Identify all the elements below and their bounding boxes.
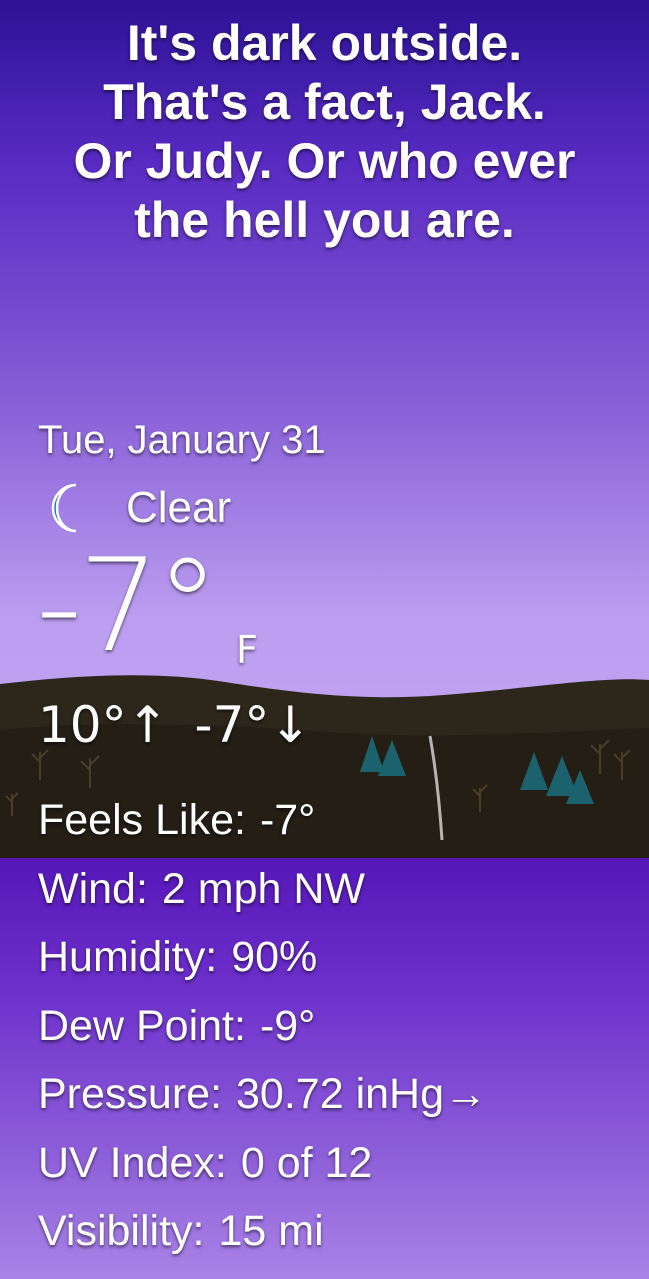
weather-screen: It's dark outside. That's a fact, Jack. … (0, 0, 649, 1279)
condition-label: Clear (126, 483, 232, 532)
arrow-up-icon: ↑ (126, 696, 169, 754)
dew-point-row: Dew Point: -9° (38, 992, 487, 1061)
weather-details-list: Feels Like: -7° Wind: 2 mph NW Humidity: 90… (38, 786, 487, 1266)
pressure-label: Pressure: (38, 1070, 223, 1118)
headline-line: Or Judy. Or who ever (73, 133, 576, 189)
headline-line: the hell you are. (134, 192, 515, 248)
low-temperature: -7° (194, 696, 270, 754)
crescent-moon-icon (51, 483, 77, 533)
headline-message: It's dark outside. That's a fact, Jack. … (0, 14, 649, 250)
humidity-row: Humidity: 90% (38, 923, 487, 992)
visibility-value: 15 mi (218, 1207, 324, 1255)
humidity-label: Humidity: (38, 933, 218, 981)
feels-like-row: Feels Like: -7° (38, 786, 487, 855)
uv-index-value: 0 of 12 (240, 1138, 373, 1187)
current-condition: Clear (46, 478, 231, 538)
uv-index-label: UV Index: (38, 1138, 227, 1187)
pressure-row: Pressure: 30.72 inHg→ (38, 1060, 487, 1129)
forecast-date: Tue, January 31 (38, 418, 326, 462)
feels-like-value: -7° (259, 796, 316, 844)
wind-label: Wind: (38, 864, 148, 913)
wind-value: 2 mph NW (161, 864, 366, 913)
high-low-temperatures: 10°↑ -7°↓ (38, 690, 311, 760)
temperature-unit: F (236, 628, 258, 672)
wind-row: Wind: 2 mph NW (38, 855, 487, 924)
uv-index-row: UV Index: 0 of 12 (38, 1129, 487, 1198)
headline-line: It's dark outside. (126, 15, 523, 71)
feels-like-label: Feels Like: (38, 796, 246, 844)
high-temperature: 10° (38, 696, 127, 754)
humidity-value: 90% (231, 933, 318, 981)
visibility-row: Visibility: 15 mi (38, 1197, 487, 1266)
dew-point-value: -9° (259, 1001, 316, 1050)
arrow-down-icon: ↓ (269, 696, 312, 754)
current-temperature: -7° (36, 532, 220, 681)
dew-point-label: Dew Point: (38, 1001, 246, 1050)
pressure-value: 30.72 inHg→ (236, 1070, 488, 1118)
visibility-label: Visibility: (38, 1207, 205, 1255)
headline-line: That's a fact, Jack. (103, 74, 546, 130)
